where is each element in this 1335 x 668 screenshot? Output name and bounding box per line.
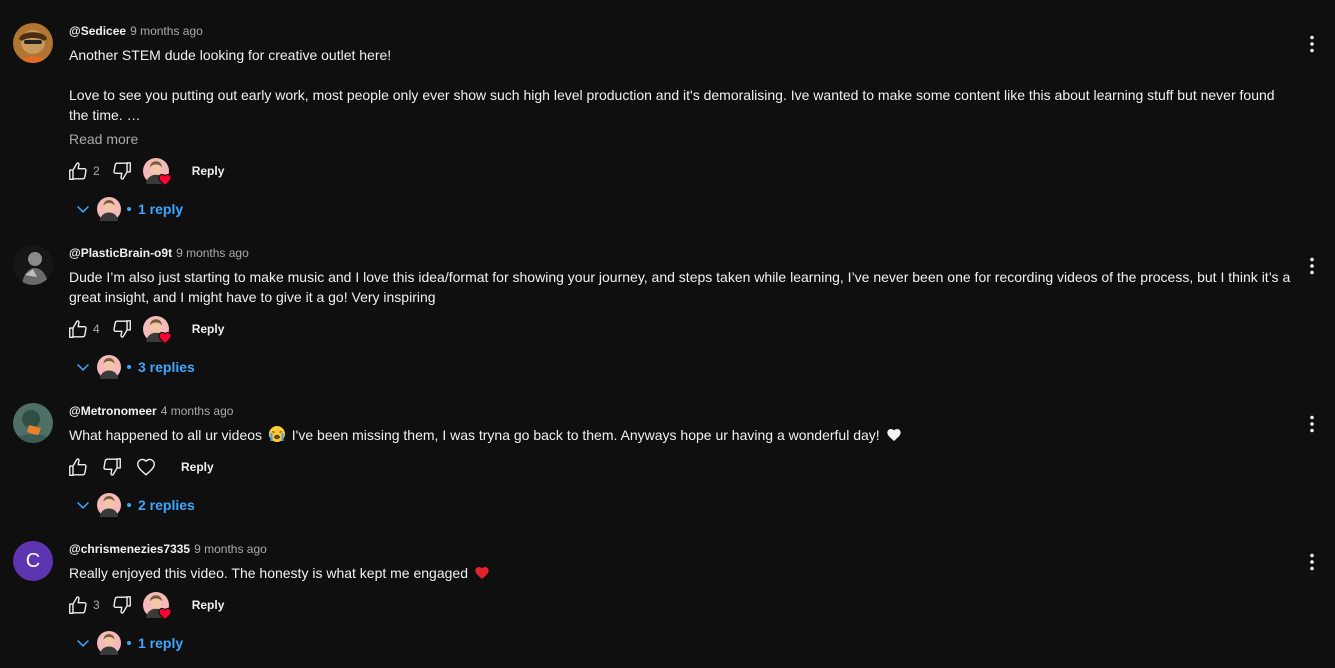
- more-vert-icon[interactable]: [1302, 34, 1322, 54]
- more-vert-icon[interactable]: [1302, 552, 1322, 572]
- author-name[interactable]: @Sedicee: [69, 24, 126, 38]
- author-name[interactable]: @PlasticBrain-o9t: [69, 246, 172, 260]
- loudly-crying-emoji: [268, 426, 285, 442]
- timestamp[interactable]: 9 months ago: [194, 542, 267, 556]
- red-heart-emoji: [475, 567, 489, 579]
- dislike-button[interactable]: [110, 159, 134, 183]
- white-heart-emoji: [886, 429, 901, 441]
- avatar[interactable]: [13, 23, 53, 63]
- avatar[interactable]: C: [13, 541, 53, 581]
- timestamp[interactable]: 4 months ago: [161, 404, 234, 418]
- dislike-button[interactable]: [100, 455, 124, 479]
- heart-button[interactable]: [134, 455, 158, 479]
- comment-header: @Sedicee 9 months ago: [69, 24, 203, 38]
- replies-count[interactable]: 3 replies: [138, 359, 195, 375]
- comment-header: @Metronomeer 4 months ago: [69, 404, 233, 418]
- comment-header: @PlasticBrain-o9t 9 months ago: [69, 246, 249, 260]
- heart-icon: [158, 607, 172, 621]
- comment-actions: 2 Reply: [66, 159, 224, 183]
- comment-actions: Reply: [66, 455, 214, 479]
- thumbs-up-icon: [67, 456, 89, 478]
- creator-avatar: [97, 355, 121, 379]
- thumbs-down-icon: [101, 456, 123, 478]
- creator-avatar: [97, 493, 121, 517]
- heart-icon: [135, 456, 157, 478]
- dislike-button[interactable]: [110, 593, 134, 617]
- comment-header: @chrismenezies7335 9 months ago: [69, 542, 267, 556]
- comment-text: Really enjoyed this video. The honesty i…: [69, 563, 1291, 583]
- thumbs-down-icon: [111, 160, 133, 182]
- replies-count[interactable]: 2 replies: [138, 497, 195, 513]
- separator-dot: [127, 503, 131, 507]
- chevron-down-icon: [73, 633, 93, 653]
- chevron-down-icon: [73, 199, 93, 219]
- more-vert-icon[interactable]: [1302, 414, 1322, 434]
- dislike-button[interactable]: [110, 317, 134, 341]
- creator-heart-badge: [143, 316, 169, 342]
- comment-text: Another STEM dude looking for creative o…: [69, 45, 1291, 125]
- like-button[interactable]: [66, 317, 90, 341]
- comment-actions: 3 Reply: [66, 593, 224, 617]
- comment-actions: 4 Reply: [66, 317, 224, 341]
- separator-dot: [127, 207, 131, 211]
- view-replies-button[interactable]: 2 replies: [73, 493, 195, 517]
- reply-button[interactable]: Reply: [192, 598, 225, 612]
- thumbs-up-icon: [67, 160, 89, 182]
- creator-avatar: [97, 631, 121, 655]
- comment-paragraph: Another STEM dude looking for creative o…: [69, 47, 392, 63]
- comment-text-part: What happened to all ur videos: [69, 427, 263, 443]
- chevron-down-icon: [73, 495, 93, 515]
- creator-heart-badge: [143, 158, 169, 184]
- view-replies-button[interactable]: 1 reply: [73, 631, 183, 655]
- reply-button[interactable]: Reply: [192, 164, 225, 178]
- like-button[interactable]: [66, 159, 90, 183]
- reply-button[interactable]: Reply: [192, 322, 225, 336]
- separator-dot: [127, 641, 131, 645]
- comment-text-part: I've been missing them, I was tryna go b…: [291, 427, 880, 443]
- replies-count[interactable]: 1 reply: [138, 635, 183, 651]
- timestamp[interactable]: 9 months ago: [130, 24, 203, 38]
- creator-heart-badge: [143, 592, 169, 618]
- reply-button[interactable]: Reply: [181, 460, 214, 474]
- heart-icon: [158, 173, 172, 187]
- more-vert-icon[interactable]: [1302, 256, 1322, 276]
- comment-text: Dude I’m also just starting to make musi…: [69, 269, 1291, 305]
- comment-text-part: Really enjoyed this video. The honesty i…: [69, 565, 468, 581]
- comment-text: What happened to all ur videos I've been…: [69, 425, 1291, 445]
- creator-avatar: [97, 197, 121, 221]
- thumbs-up-icon: [67, 594, 89, 616]
- like-button[interactable]: [66, 593, 90, 617]
- author-name[interactable]: @Metronomeer: [69, 404, 157, 418]
- chevron-down-icon: [73, 357, 93, 377]
- avatar[interactable]: [13, 403, 53, 443]
- thumbs-up-icon: [67, 318, 89, 340]
- like-count: 2: [93, 164, 100, 178]
- view-replies-button[interactable]: 1 reply: [73, 197, 183, 221]
- like-button[interactable]: [66, 455, 90, 479]
- read-more-link[interactable]: Read more: [69, 131, 138, 147]
- separator-dot: [127, 365, 131, 369]
- thumbs-down-icon: [111, 318, 133, 340]
- like-count: 4: [93, 322, 100, 336]
- thumbs-down-icon: [111, 594, 133, 616]
- view-replies-button[interactable]: 3 replies: [73, 355, 195, 379]
- author-name[interactable]: @chrismenezies7335: [69, 542, 190, 556]
- heart-icon: [158, 331, 172, 345]
- avatar[interactable]: [13, 245, 53, 285]
- timestamp[interactable]: 9 months ago: [176, 246, 249, 260]
- like-count: 3: [93, 598, 100, 612]
- replies-count[interactable]: 1 reply: [138, 201, 183, 217]
- comment-paragraph: Love to see you putting out early work, …: [69, 87, 1275, 123]
